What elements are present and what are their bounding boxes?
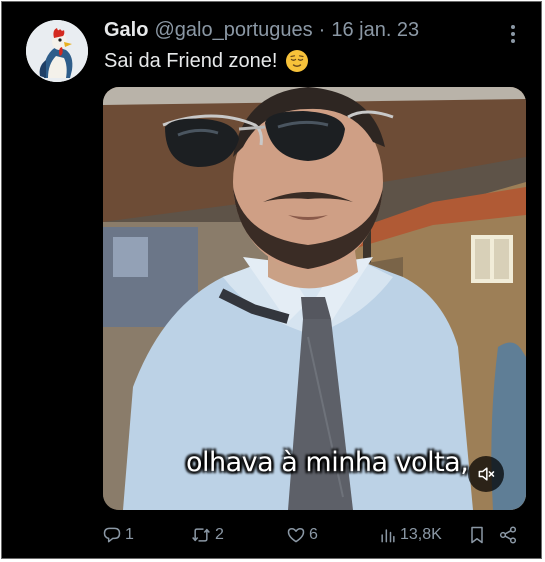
video-caption: olhava à minha volta, — [186, 447, 469, 478]
relieved-face-emoji-icon — [286, 50, 309, 72]
reply-icon — [103, 527, 121, 543]
views-button[interactable]: 13,8K — [379, 522, 442, 548]
tweet-card[interactable]: Galo @galo_portugues · 16 jan. 23 Sai da… — [1, 1, 542, 559]
like-count: 6 — [309, 526, 318, 543]
reply-button[interactable]: 1 — [102, 522, 134, 548]
bookmark-icon — [471, 526, 483, 544]
repost-icon — [192, 528, 210, 542]
views-chart-icon — [381, 529, 395, 543]
avatar[interactable] — [26, 20, 88, 82]
speaker-muted-icon — [478, 467, 495, 481]
author-handle[interactable]: @galo_portugues — [154, 19, 312, 42]
separator-dot: · — [318, 19, 326, 41]
more-options-icon[interactable] — [505, 22, 521, 46]
tweet-text: Sai da Friend zone! — [104, 49, 278, 72]
share-button[interactable] — [498, 522, 521, 548]
video-player[interactable]: olhava à minha volta, — [103, 87, 526, 510]
bookmark-button[interactable] — [468, 522, 489, 548]
tweet-date[interactable]: 16 jan. 23 — [331, 19, 419, 42]
tweet-actions-bar: 1 2 6 13,8K — [102, 522, 522, 548]
repost-count: 2 — [215, 526, 224, 543]
author-name[interactable]: Galo — [104, 19, 148, 42]
mute-button[interactable] — [468, 456, 504, 492]
repost-button[interactable]: 2 — [190, 522, 224, 548]
tweet-text-container: Sai da Friend zone! — [104, 49, 309, 73]
like-button[interactable]: 6 — [286, 522, 318, 548]
tweet-header: Galo @galo_portugues · 16 jan. 23 — [104, 19, 419, 45]
rooster-avatar-image — [26, 20, 88, 82]
heart-icon — [287, 528, 305, 543]
share-icon — [499, 526, 517, 544]
reply-count: 1 — [125, 526, 134, 543]
views-count: 13,8K — [400, 526, 442, 543]
